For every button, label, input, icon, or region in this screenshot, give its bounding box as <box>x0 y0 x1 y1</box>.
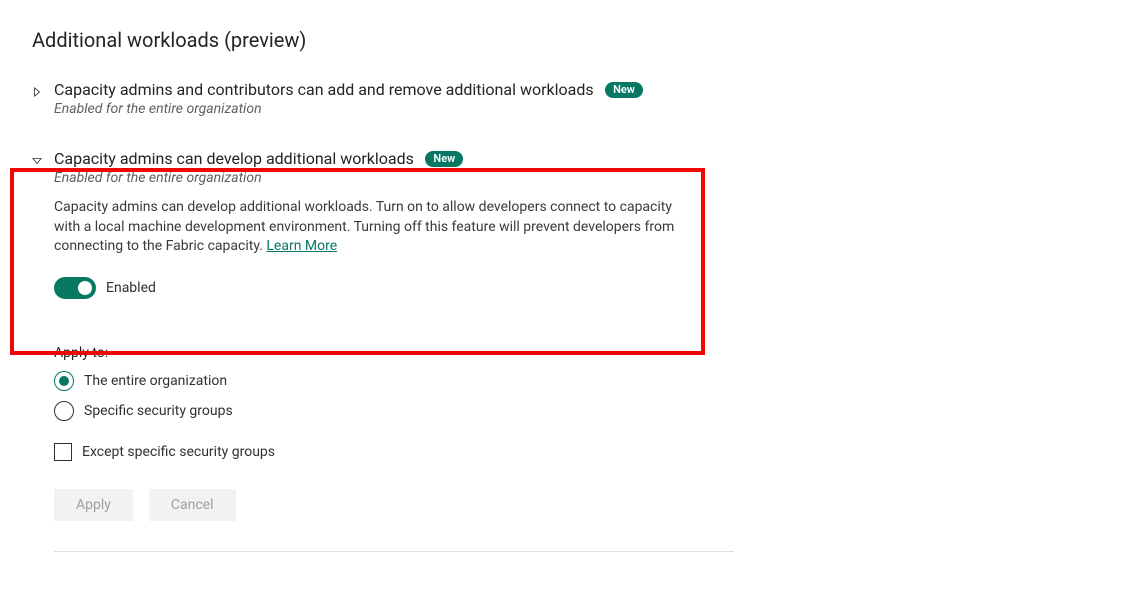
settings-container: Capacity admins and contributors can add… <box>32 76 1112 299</box>
learn-more-link[interactable]: Learn More <box>266 238 337 254</box>
radio-label: Specific security groups <box>84 403 233 419</box>
button-row: Apply Cancel <box>54 489 1112 521</box>
setting-title: Capacity admins and contributors can add… <box>54 80 594 99</box>
divider <box>54 551 734 552</box>
checkbox-icon <box>54 443 72 461</box>
setting-item-expanded[interactable]: Capacity admins can develop additional w… <box>32 145 1112 188</box>
new-badge: New <box>425 151 463 167</box>
radio-label: The entire organization <box>84 373 227 389</box>
radio-entire-org[interactable]: The entire organization <box>54 371 1112 391</box>
setting-description-text: Capacity admins can develop additional w… <box>54 199 674 254</box>
setting-item-collapsed[interactable]: Capacity admins and contributors can add… <box>32 76 1112 119</box>
setting-header: Capacity admins can develop additional w… <box>54 149 463 186</box>
section-title: Additional workloads (preview) <box>32 28 1112 52</box>
radio-specific-groups[interactable]: Specific security groups <box>54 401 1112 421</box>
toggle-label: Enabled <box>106 280 156 296</box>
setting-body: Capacity admins can develop additional w… <box>32 198 1112 299</box>
apply-button[interactable]: Apply <box>54 489 133 521</box>
enabled-toggle[interactable] <box>54 277 96 299</box>
setting-subtitle: Enabled for the entire organization <box>54 101 643 117</box>
setting-header: Capacity admins and contributors can add… <box>54 80 643 117</box>
apply-to-section: Apply to: The entire organization Specif… <box>32 345 1112 552</box>
except-checkbox-row[interactable]: Except specific security groups <box>54 443 1112 461</box>
radio-icon-selected <box>54 371 74 391</box>
chevron-right-icon[interactable] <box>32 85 44 101</box>
setting-title: Capacity admins can develop additional w… <box>54 149 414 168</box>
chevron-down-icon[interactable] <box>32 154 44 170</box>
toggle-row: Enabled <box>54 277 1112 299</box>
setting-subtitle: Enabled for the entire organization <box>54 170 463 186</box>
radio-icon-unselected <box>54 401 74 421</box>
apply-to-heading: Apply to: <box>54 345 1112 361</box>
checkbox-label: Except specific security groups <box>82 444 275 460</box>
new-badge: New <box>605 82 643 98</box>
cancel-button[interactable]: Cancel <box>149 489 236 521</box>
setting-description: Capacity admins can develop additional w… <box>54 198 694 257</box>
